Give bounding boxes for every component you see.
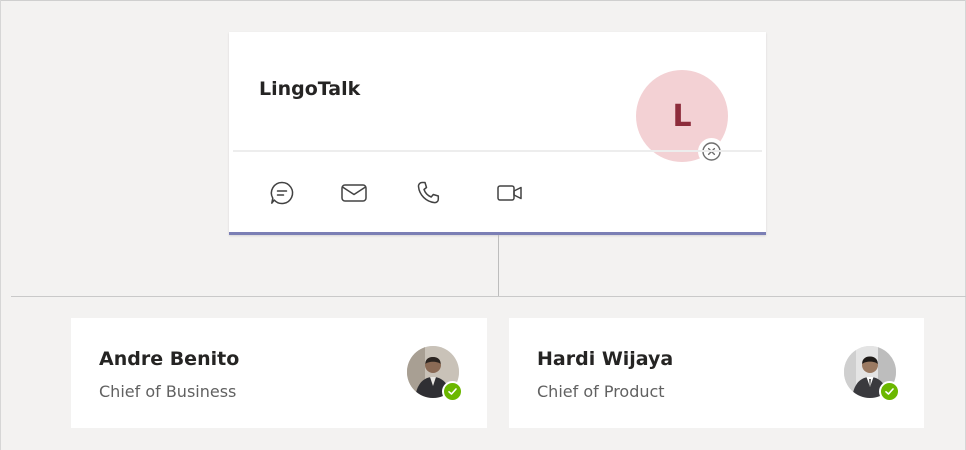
video-icon[interactable] [494, 177, 526, 209]
mail-icon[interactable] [338, 177, 370, 209]
person-card-andre-benito[interactable]: Andre Benito Chief of Business [71, 318, 487, 428]
org-connector-vertical [498, 235, 499, 296]
chat-icon[interactable] [266, 177, 298, 209]
person-name: Andre Benito [99, 348, 240, 370]
team-avatar-initial: L [672, 98, 692, 134]
frame-left-border [0, 0, 1, 450]
org-connector-horizontal [11, 296, 966, 297]
person-card-hardi-wijaya[interactable]: Hardi Wijaya Chief of Product [509, 318, 924, 428]
person-name: Hardi Wijaya [537, 348, 674, 370]
team-name: LingoTalk [259, 78, 361, 100]
person-title: Chief of Business [99, 382, 237, 401]
team-card-lingotalk[interactable]: LingoTalk L [229, 32, 766, 235]
presence-available-icon [879, 381, 900, 402]
person-title: Chief of Product [537, 382, 665, 401]
phone-icon[interactable] [412, 177, 444, 209]
card-divider [233, 150, 762, 152]
frame-top-border [0, 0, 966, 1]
presence-available-icon [442, 381, 463, 402]
